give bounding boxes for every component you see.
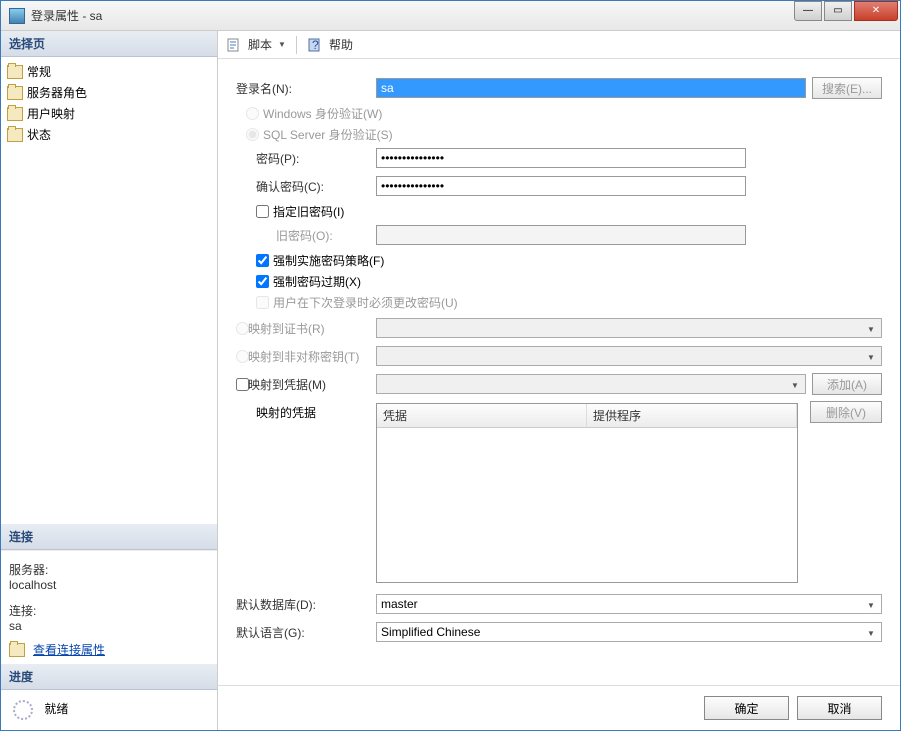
default-db-label: 默认数据库(D): [236,596,376,613]
select-page-header: 选择页 [1,31,217,57]
window-controls: — ▭ ✕ [792,1,898,21]
script-dropdown-arrow[interactable]: ▼ [278,40,286,49]
maximize-button[interactable]: ▭ [824,1,852,21]
cert-combo: ▼ [376,318,882,338]
credential-combo[interactable]: ▼ [376,374,806,394]
enforce-expiration-label: 强制密码过期(X) [273,273,361,290]
help-icon: ? [307,37,323,53]
remove-button[interactable]: 删除(V) [810,401,882,423]
server-value: localhost [9,578,209,592]
svg-text:?: ? [312,38,319,52]
sidebar: 选择页 常规 服务器角色 用户映射 状态 连接 服务器: localhost 连… [1,31,218,730]
help-button[interactable]: 帮助 [329,36,353,53]
windows-auth-label: Windows 身份验证(W) [263,105,382,122]
sidebar-item-server-roles[interactable]: 服务器角色 [7,82,211,103]
sidebar-item-label: 状态 [27,126,51,143]
mapped-credentials-label: 映射的凭据 [236,401,376,421]
progress-header: 进度 [1,664,217,690]
main-panel: 脚本 ▼ ? 帮助 登录名(N): 搜索(E)... Windows 身份验证(… [218,31,900,730]
must-change-checkbox [256,296,269,309]
enforce-policy-label: 强制实施密码策略(F) [273,252,384,269]
map-cert-radio [236,322,249,335]
properties-icon [9,643,25,657]
default-lang-value: Simplified Chinese [381,625,480,639]
script-button[interactable]: 脚本 [248,36,272,53]
page-icon [7,107,23,121]
old-password-label: 旧密码(O): [236,227,376,244]
specify-old-password-checkbox[interactable] [256,205,269,218]
add-button[interactable]: 添加(A) [812,373,882,395]
login-name-label: 登录名(N): [236,80,376,97]
sidebar-item-status[interactable]: 状态 [7,124,211,145]
old-password-input [376,225,746,245]
enforce-expiration-checkbox[interactable] [256,275,269,288]
asym-combo: ▼ [376,346,882,366]
map-credential-label: 映射到凭据(M) [248,376,376,393]
enforce-policy-checkbox[interactable] [256,254,269,267]
minimize-button[interactable]: — [794,1,822,21]
col-credential: 凭据 [377,404,587,427]
dialog-button-bar: 确定 取消 [218,685,900,730]
sidebar-item-general[interactable]: 常规 [7,61,211,82]
sql-auth-radio [246,128,259,141]
progress-section: 就绪 [1,690,217,730]
app-icon [9,8,25,24]
connection-value: sa [9,619,209,633]
sidebar-item-label: 常规 [27,63,51,80]
default-db-value: master [381,597,418,611]
sql-auth-label: SQL Server 身份验证(S) [263,126,393,143]
login-name-input[interactable] [376,78,806,98]
col-provider: 提供程序 [587,404,797,427]
default-lang-combo[interactable]: Simplified Chinese▼ [376,622,882,642]
confirm-password-label: 确认密码(C): [236,178,376,195]
page-list: 常规 服务器角色 用户映射 状态 [1,57,217,149]
page-icon [7,86,23,100]
sidebar-item-label: 服务器角色 [27,84,87,101]
must-change-label: 用户在下次登录时必须更改密码(U) [273,294,458,311]
search-button[interactable]: 搜索(E)... [812,77,882,99]
progress-status: 就绪 [44,702,68,716]
titlebar: 登录属性 - sa — ▭ ✕ [1,1,900,31]
map-cert-label: 映射到证书(R) [248,320,376,337]
toolbar-separator [296,36,297,54]
map-asym-label: 映射到非对称密钥(T) [248,348,376,365]
page-icon [7,128,23,142]
connection-section: 服务器: localhost 连接: sa 查看连接属性 [1,550,217,664]
sidebar-item-user-mapping[interactable]: 用户映射 [7,103,211,124]
password-input[interactable] [376,148,746,168]
view-connection-properties-link[interactable]: 查看连接属性 [33,641,105,658]
server-label: 服务器: [9,561,209,578]
connection-header: 连接 [1,524,217,550]
script-icon [226,37,242,53]
confirm-password-input[interactable] [376,176,746,196]
content-area: 选择页 常规 服务器角色 用户映射 状态 连接 服务器: localhost 连… [1,31,900,730]
page-icon [7,65,23,79]
default-db-combo[interactable]: master▼ [376,594,882,614]
cancel-button[interactable]: 取消 [797,696,882,720]
ok-button[interactable]: 确定 [704,696,789,720]
window-title: 登录属性 - sa [31,7,792,24]
specify-old-password-label: 指定旧密码(I) [273,203,344,220]
form-area: 登录名(N): 搜索(E)... Windows 身份验证(W) SQL Ser… [218,59,900,685]
dialog-window: 登录属性 - sa — ▭ ✕ 选择页 常规 服务器角色 用户映射 状态 连接 … [0,0,901,731]
spinner-icon [13,700,33,720]
toolbar: 脚本 ▼ ? 帮助 [218,31,900,59]
windows-auth-radio [246,107,259,120]
map-asym-radio [236,350,249,363]
sidebar-item-label: 用户映射 [27,105,75,122]
credentials-table: 凭据 提供程序 [376,403,798,583]
close-button[interactable]: ✕ [854,1,898,21]
connection-label: 连接: [9,602,209,619]
default-lang-label: 默认语言(G): [236,624,376,641]
password-label: 密码(P): [236,150,376,167]
